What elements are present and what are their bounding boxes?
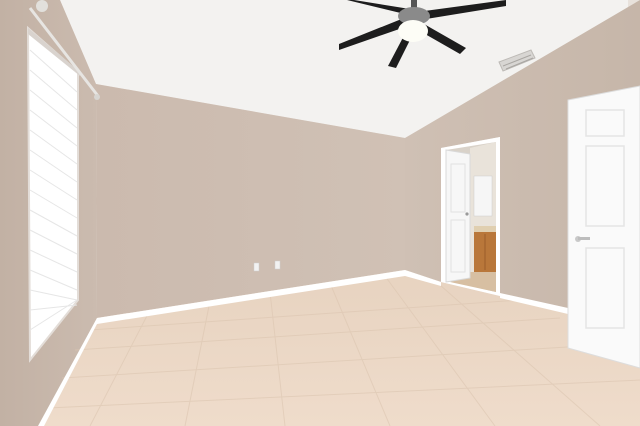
electrical-outlet — [253, 262, 260, 272]
bathroom-doorway — [441, 137, 500, 296]
room-illustration — [0, 0, 640, 426]
empty-bedroom-photo — [0, 0, 640, 426]
electrical-outlet — [274, 260, 281, 270]
open-door — [567, 85, 640, 369]
fan-light — [398, 20, 428, 42]
bathroom-door — [445, 149, 471, 283]
